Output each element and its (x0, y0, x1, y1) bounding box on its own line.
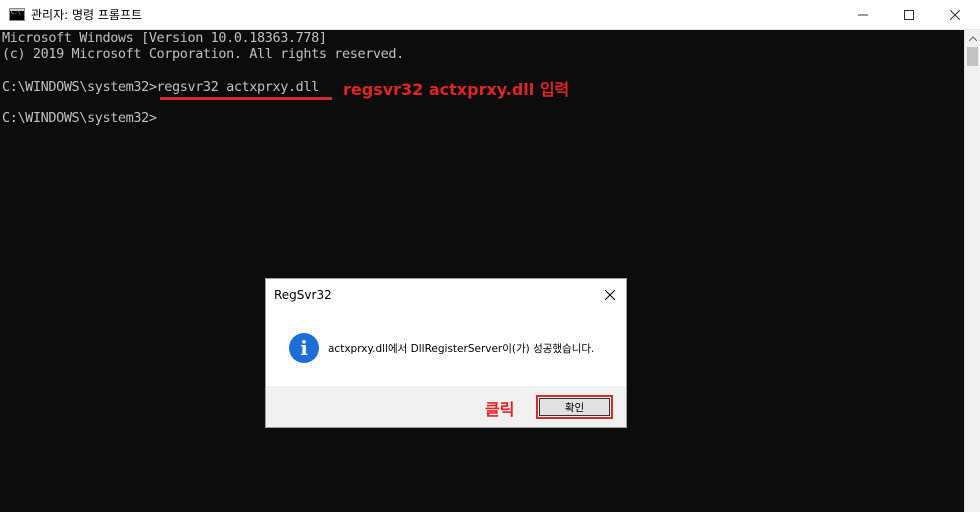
cmd-icon-text: C:\ (11, 9, 21, 16)
console-output[interactable]: Microsoft Windows [Version 10.0.18363.77… (0, 30, 964, 512)
console-line: C:\WINDOWS\system32>regsvr32 actxprxy.dl… (2, 79, 319, 95)
ok-button[interactable]: 확인 (539, 398, 610, 416)
dialog-close-button[interactable] (600, 285, 620, 305)
close-button[interactable] (932, 0, 978, 30)
highlight-underline (160, 97, 332, 100)
window-title: 관리자: 명령 프롬프트 (31, 8, 143, 22)
command-annotation: regsvr32 actxprxy.dll 입력 (343, 80, 570, 99)
info-icon: i (289, 333, 319, 363)
vertical-scrollbar[interactable] (964, 30, 980, 512)
scroll-thumb[interactable] (967, 47, 978, 66)
console-line: Microsoft Windows [Version 10.0.18363.77… (2, 30, 327, 46)
title-bar: C:\ 관리자: 명령 프롬프트 (0, 0, 980, 30)
cmd-icon: C:\ (9, 8, 25, 21)
dialog-message: actxprxy.dll에서 DllRegisterServer이(가) 성공했… (328, 343, 595, 355)
minimize-icon (858, 14, 868, 16)
scroll-up-button[interactable] (965, 30, 980, 47)
chevron-up-icon (969, 36, 977, 41)
dialog-title: RegSvr32 (274, 288, 332, 302)
maximize-button[interactable] (886, 0, 932, 30)
regsvr32-dialog: RegSvr32 i actxprxy.dll에서 DllRegisterSer… (265, 278, 627, 428)
click-annotation: 클릭 (485, 400, 515, 419)
maximize-icon (904, 10, 914, 20)
console-line: (c) 2019 Microsoft Corporation. All righ… (2, 46, 404, 62)
console-prompt: C:\WINDOWS\system32> (2, 110, 157, 126)
dialog-footer: 클릭 확인 (266, 386, 626, 427)
minimize-button[interactable] (840, 0, 886, 30)
ok-highlight-box: 확인 (536, 395, 613, 419)
close-icon (605, 290, 615, 300)
close-icon (950, 10, 960, 20)
